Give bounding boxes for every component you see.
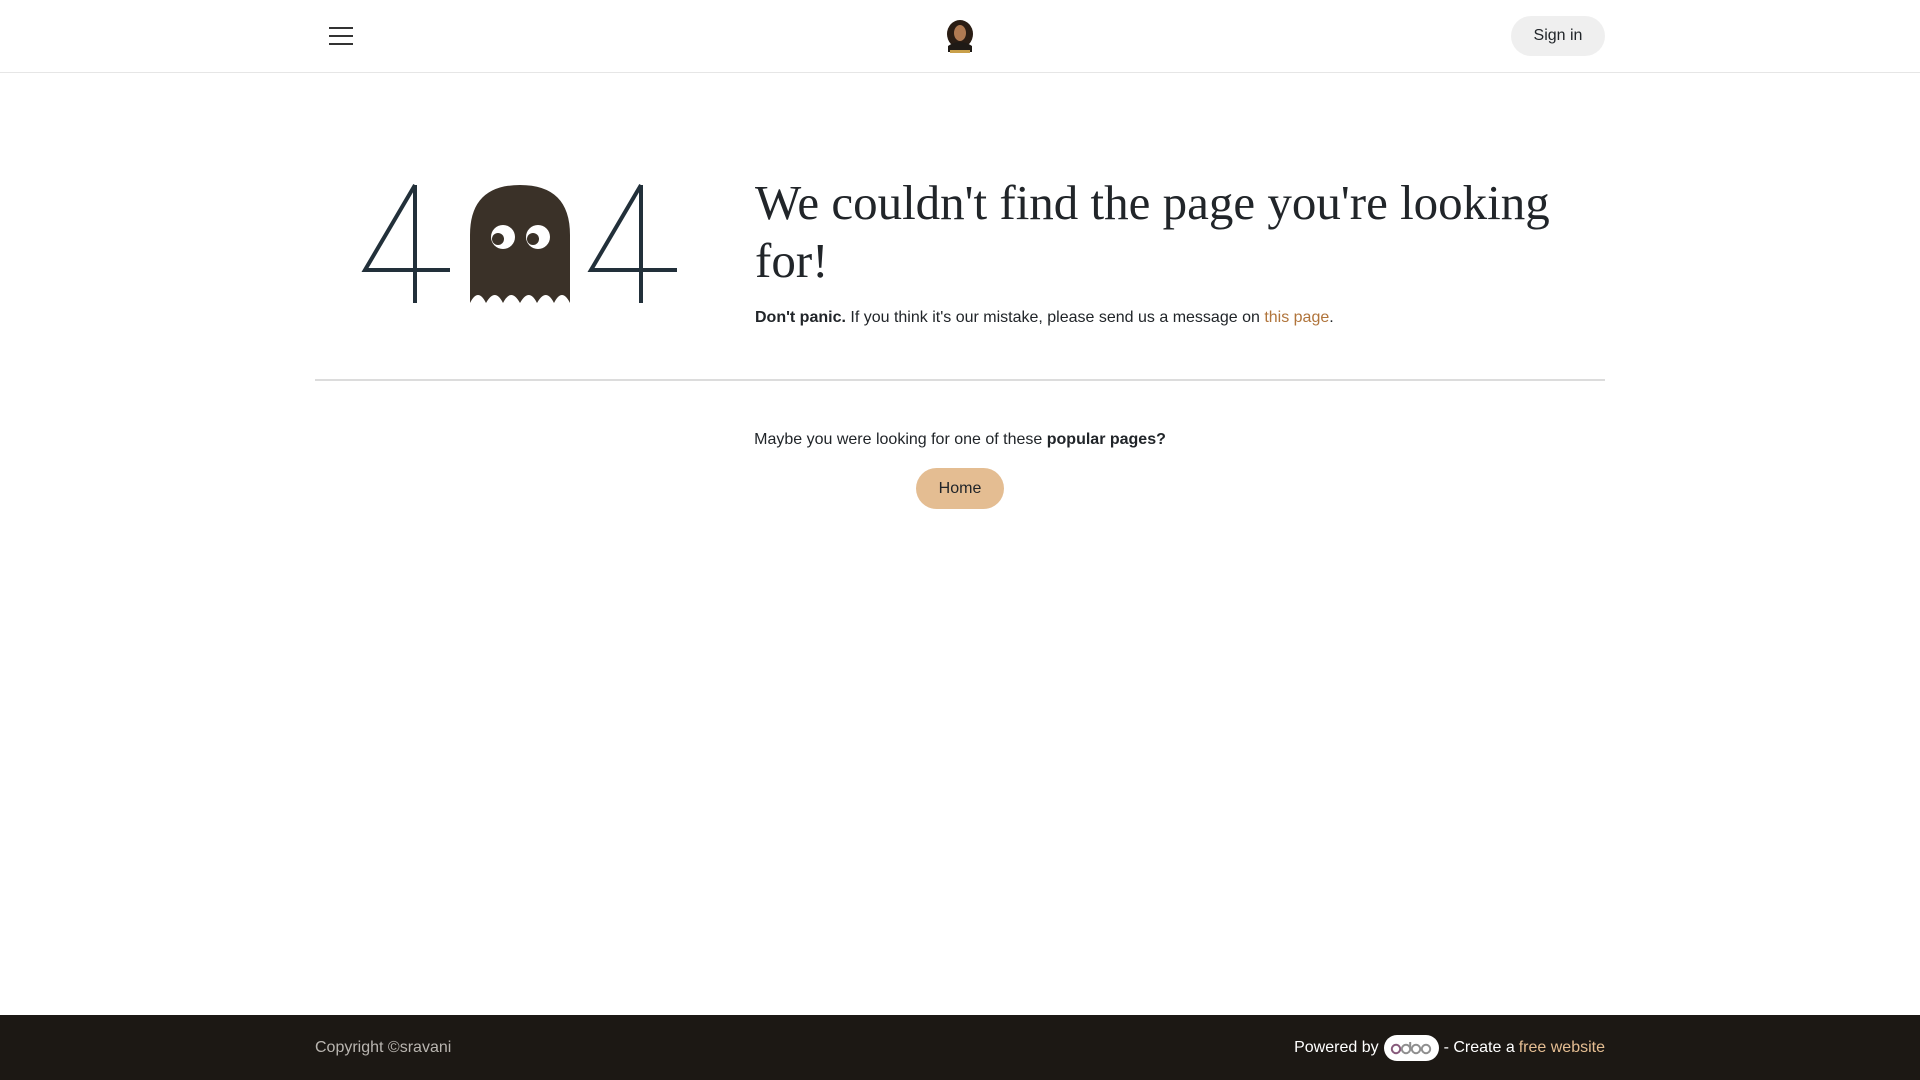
copyright-text: Copyright ©sravani [315,1039,452,1056]
popular-bold: popular pages? [1046,431,1166,448]
odoo-logo-icon [1390,1042,1432,1055]
error-headline: We couldn't find the page you're looking… [755,175,1550,288]
free-website-link[interactable]: free website [1519,1039,1605,1057]
odoo-logo[interactable] [1383,1035,1439,1061]
powered-by: Powered by - Create a free website [1294,1035,1605,1061]
message-text: If you think it's our mistake, please se… [845,309,1265,326]
error-message: Don't panic. If you think it's our mista… [755,308,1575,328]
home-button[interactable]: Home [916,468,1004,509]
message-end: . [1329,309,1334,326]
site-footer: Copyright ©sravani Powered by - Create a… [0,1015,1920,1080]
error-404-illustration [355,175,685,310]
popular-text: Maybe you were looking for one of these [754,431,1047,448]
section-divider [315,379,1605,381]
ghost-icon [470,185,570,303]
create-text: - Create a [1443,1039,1515,1056]
digit-four-left [361,183,450,303]
hamburger-menu-icon[interactable] [326,24,356,48]
message-bold: Don't panic. [755,309,846,326]
contact-page-link[interactable]: this page [1264,309,1329,326]
site-logo[interactable] [940,18,980,56]
site-header: Sign in [0,0,1920,73]
popular-pages-text: Maybe you were looking for one of these … [0,430,1920,450]
sign-in-button[interactable]: Sign in [1511,16,1605,56]
digit-four-right [587,183,677,303]
powered-by-text: Powered by [1294,1039,1379,1056]
